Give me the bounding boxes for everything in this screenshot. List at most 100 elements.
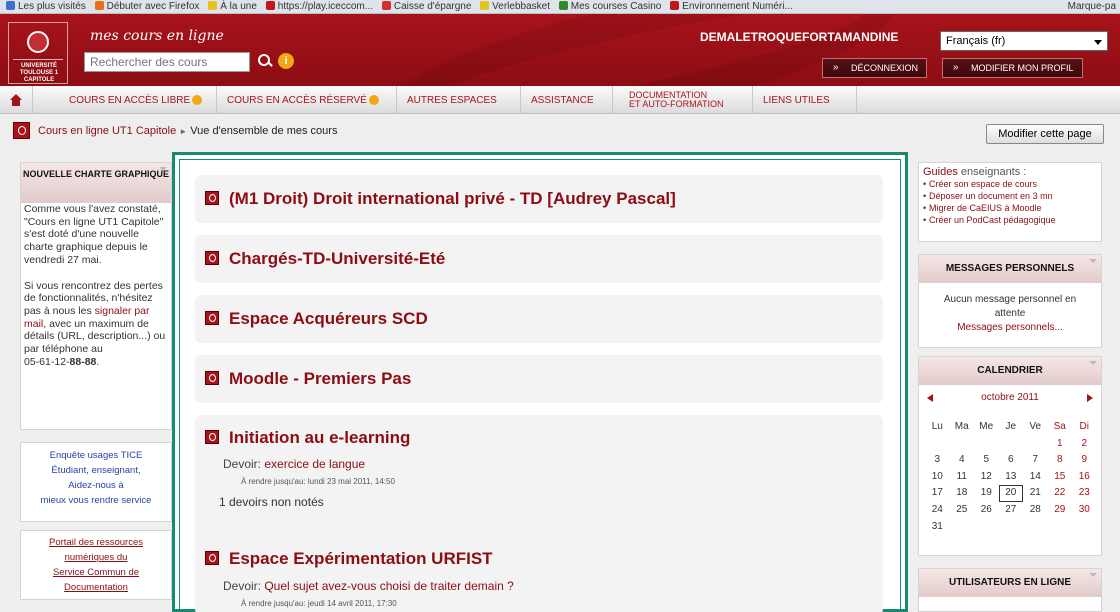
- calendar-day[interactable]: 27: [999, 502, 1024, 519]
- block-title: UTILISATEURS EN LIGNE: [919, 569, 1101, 597]
- course-box: (M1 Droit) Droit international privé - T…: [195, 175, 883, 223]
- calendar-day[interactable]: 15: [1048, 469, 1073, 486]
- calendar-day[interactable]: 19: [974, 485, 999, 502]
- nav-assistance[interactable]: ASSISTANCE: [520, 86, 604, 114]
- guide-link[interactable]: Créer un PodCast pédagogique: [929, 215, 1056, 225]
- bookmark-item[interactable]: https://play.iceccom...: [265, 0, 373, 13]
- user-name[interactable]: DEMALETROQUEFORTAMANDINE: [700, 30, 898, 44]
- calendar-day[interactable]: 9: [1072, 452, 1097, 469]
- nav-restricted-courses[interactable]: COURS EN ACCÈS RÉSERVÉ: [216, 86, 389, 114]
- edit-profile-button[interactable]: » MODIFIER MON PROFIL: [942, 58, 1083, 78]
- course-box: Initiation au e-learning Devoir: exercic…: [195, 415, 883, 545]
- bookmark-item[interactable]: Environnement Numéri...: [670, 0, 793, 13]
- calendar-day[interactable]: 4: [950, 452, 975, 469]
- next-month-icon[interactable]: [1087, 394, 1093, 402]
- course-title[interactable]: Espace Acquéreurs SCD: [205, 309, 428, 329]
- guide-link[interactable]: Migrer de CaEIUS à Moodle: [929, 203, 1042, 213]
- course-title[interactable]: Chargés-TD-Université-Eté: [205, 249, 445, 269]
- calendar-day[interactable]: 30: [1072, 502, 1097, 519]
- modify-page-button[interactable]: Modifier cette page: [986, 124, 1104, 144]
- course-search-input[interactable]: [84, 52, 250, 72]
- bookmark-icon: [558, 1, 568, 10]
- assignment-link[interactable]: Quel sujet avez-vous choisi de traiter d…: [264, 579, 513, 593]
- course-title[interactable]: (M1 Droit) Droit international privé - T…: [205, 189, 676, 209]
- calendar-day[interactable]: 3: [925, 452, 950, 469]
- weekday-label: Sa: [1053, 421, 1066, 432]
- logout-button[interactable]: » DÉCONNEXION: [822, 58, 928, 78]
- messages-link[interactable]: Messages personnels...: [957, 322, 1063, 333]
- calendar-day[interactable]: 23: [1072, 485, 1097, 502]
- calendar-day[interactable]: 17: [925, 485, 950, 502]
- calendar-day: [1048, 519, 1073, 536]
- assignment-due-date: À rendre jusqu'au: jeudi 14 avril 2011, …: [241, 599, 397, 608]
- university-logo[interactable]: UNIVERSITÉ TOULOUSE 1 CAPITOLE: [8, 22, 68, 84]
- course-title[interactable]: Initiation au e-learning: [205, 428, 410, 448]
- calendar-day[interactable]: 16: [1072, 469, 1097, 486]
- calendar-day[interactable]: 31: [925, 519, 950, 536]
- calendar-day[interactable]: 2: [1072, 436, 1097, 453]
- nav-open-courses[interactable]: COURS EN ACCÈS LIBRE: [32, 86, 212, 114]
- calendar-day[interactable]: 5: [974, 452, 999, 469]
- collapse-icon[interactable]: [1089, 361, 1097, 365]
- calendar-day[interactable]: 12: [974, 469, 999, 486]
- home-icon[interactable]: [10, 94, 22, 106]
- calendar-day[interactable]: 24: [925, 502, 950, 519]
- calendar-day: [950, 436, 975, 453]
- assignment-link[interactable]: exercice de langue: [264, 457, 365, 471]
- collapse-icon[interactable]: [159, 167, 167, 171]
- calendar-day[interactable]: 26: [974, 502, 999, 519]
- guide-link[interactable]: Créer son espace de cours: [929, 179, 1037, 189]
- calendar-today[interactable]: 20: [998, 485, 1023, 502]
- collapse-icon[interactable]: [1089, 573, 1097, 577]
- calendar-day[interactable]: 25: [950, 502, 975, 519]
- calendar-day[interactable]: 8: [1048, 452, 1073, 469]
- calendar-day[interactable]: 13: [999, 469, 1024, 486]
- scd-portal-link[interactable]: Portail des ressources numériques du Ser…: [49, 537, 143, 593]
- course-title[interactable]: Moodle - Premiers Pas: [205, 369, 411, 389]
- calendar-day[interactable]: 6: [999, 452, 1024, 469]
- calendar-block: CALENDRIER octobre 2011 Lu Ma Me Je Ve Sa Di 1 2…: [918, 356, 1102, 556]
- search-icon[interactable]: [258, 54, 272, 68]
- calendar-day[interactable]: 11: [950, 469, 975, 486]
- weekday-label: Lu: [931, 421, 943, 432]
- course-icon: [205, 371, 219, 385]
- calendar-day[interactable]: 28: [1023, 502, 1048, 519]
- ungraded-count: 1 devoirs non notés: [219, 495, 324, 509]
- double-arrow-icon: »: [953, 62, 959, 73]
- calendar-day[interactable]: 18: [950, 485, 975, 502]
- bookmarks-menu[interactable]: Marque-pa: [1068, 0, 1116, 13]
- collapse-icon[interactable]: [1089, 259, 1097, 263]
- calendar-day[interactable]: 29: [1048, 502, 1073, 519]
- info-icon[interactable]: i: [278, 53, 294, 69]
- coin-icon: [192, 95, 203, 105]
- calendar-day[interactable]: 14: [1023, 469, 1048, 486]
- bookmark-item[interactable]: Mes courses Casino: [558, 0, 661, 13]
- nav-documentation[interactable]: DOCUMENTATION ET AUTO-FORMATION: [612, 86, 734, 114]
- bookmark-item[interactable]: Les plus visités: [6, 0, 86, 13]
- calendar-day[interactable]: 22: [1048, 485, 1073, 502]
- bookmarks-bar: Les plus visités Débuter avec Firefox À …: [0, 0, 1120, 14]
- calendar-month-link[interactable]: octobre 2011: [981, 392, 1039, 403]
- block-title: NOUVELLE CHARTE GRAPHIQUE: [21, 163, 171, 203]
- calendar-day[interactable]: 21: [1023, 485, 1048, 502]
- survey-title-link[interactable]: Enquête usages TICE: [50, 450, 143, 461]
- breadcrumb-home[interactable]: Cours en ligne UT1 Capitole: [38, 125, 176, 137]
- bookmark-item[interactable]: Caisse d'épargne: [381, 0, 471, 13]
- bookmark-item[interactable]: À la une: [208, 0, 257, 13]
- calendar-week: 17 18 19 20 21 22 23: [925, 485, 1097, 502]
- guide-link[interactable]: Déposer un document en 3 mn: [929, 191, 1053, 201]
- calendar-grid: Lu Ma Me Je Ve Sa Di 1 2 3 4 5 6 7 8 9 10 11 12 13 14 15 16 17 1…: [925, 419, 1097, 535]
- language-select[interactable]: Français (fr): [940, 31, 1108, 51]
- nav-useful-links[interactable]: LIENS UTILES: [752, 86, 840, 114]
- survey-link[interactable]: Étudiant, enseignant, Aidez-nous à mieux…: [41, 465, 152, 506]
- double-arrow-icon: »: [833, 62, 839, 73]
- nav-other-spaces[interactable]: AUTRES ESPACES: [396, 86, 507, 114]
- prev-month-icon[interactable]: [927, 394, 933, 402]
- calendar-day[interactable]: 10: [925, 469, 950, 486]
- bookmark-item[interactable]: Débuter avec Firefox: [94, 0, 199, 13]
- calendar-day[interactable]: 7: [1023, 452, 1048, 469]
- course-title[interactable]: Espace Expérimentation URFIST: [205, 549, 493, 569]
- bookmark-item[interactable]: Verlebbasket: [480, 0, 550, 13]
- calendar-day[interactable]: 1: [1048, 436, 1073, 453]
- course-box: Chargés-TD-Université-Eté: [195, 235, 883, 283]
